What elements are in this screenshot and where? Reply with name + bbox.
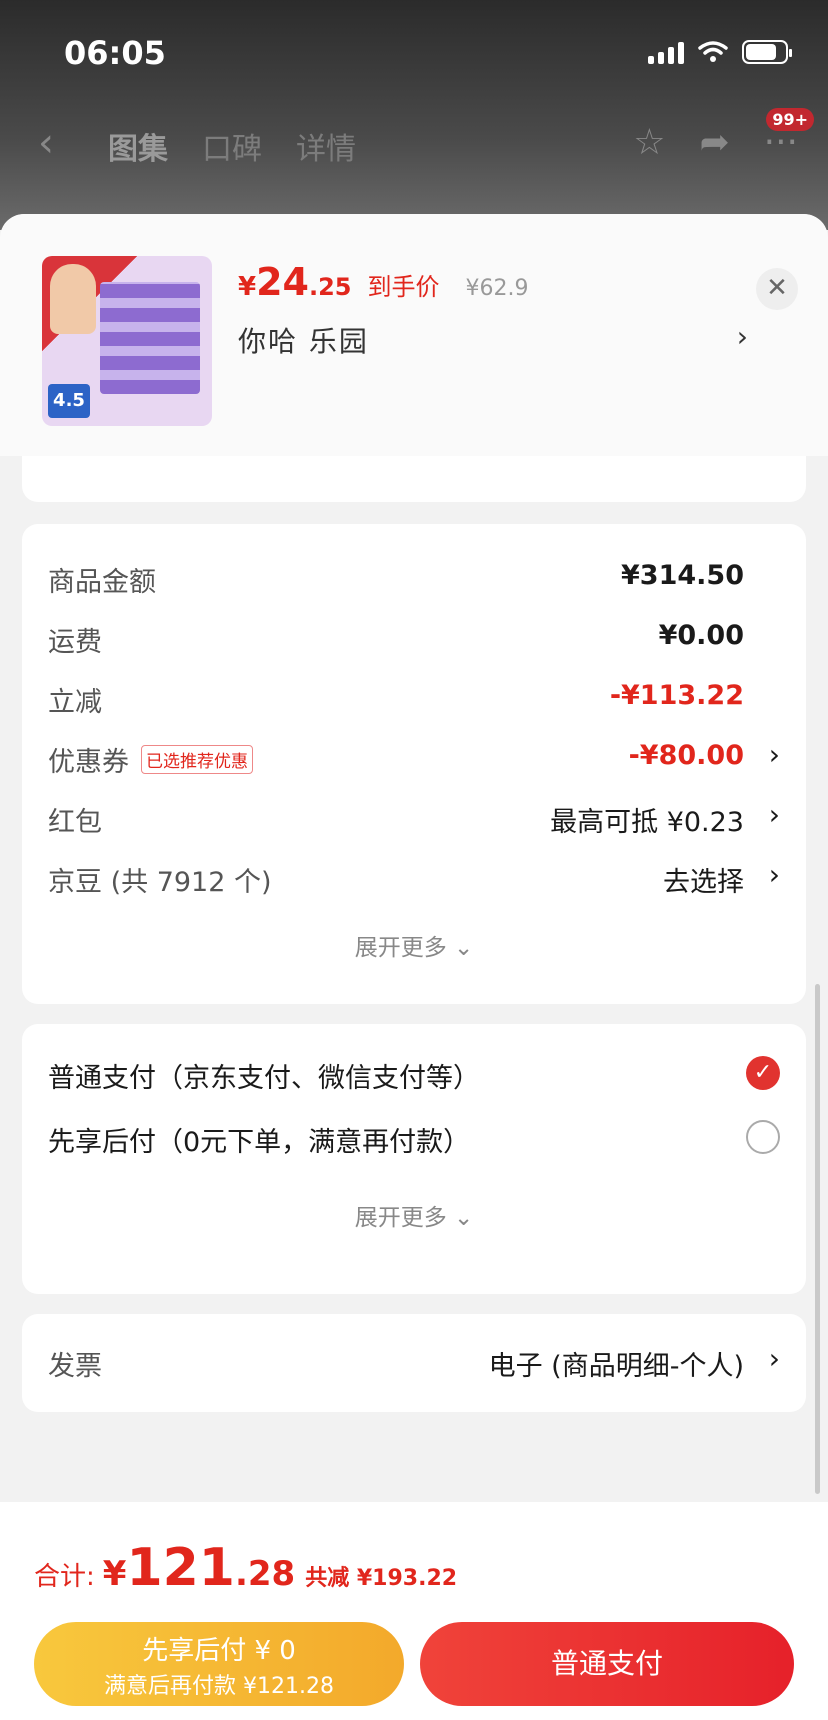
row-value: 去选择 — [663, 867, 744, 898]
row-instant-discount: 立减 -¥113.22 — [48, 672, 780, 722]
scrollbar[interactable] — [815, 984, 820, 1494]
battery-icon — [742, 40, 792, 64]
row-label: 商品金额 — [48, 567, 156, 598]
price-line: ¥ 24 .25 到手价 ¥62.9 — [238, 260, 528, 304]
radio-unselected-icon[interactable] — [746, 1120, 780, 1154]
row-label: 运费 — [48, 627, 102, 658]
invoice-value: 电子 (商品明细-个人) — [488, 1351, 744, 1382]
tab-reviews[interactable]: 口碑 — [202, 124, 262, 168]
pay-option-later[interactable]: 先享后付（0元下单，满意再付款） — [48, 1120, 470, 1159]
expand-more-link[interactable]: 展开更多 ⌄ — [22, 1198, 806, 1232]
signal-icon — [648, 40, 684, 64]
pay-option-normal[interactable]: 普通支付（京东支付、微信支付等） — [48, 1056, 480, 1095]
row-value: -¥113.22 — [609, 680, 744, 711]
chevron-right-icon: › — [768, 1342, 780, 1375]
coupon-tag: 已选推荐优惠 — [141, 745, 253, 774]
tab-gallery[interactable]: 图集 — [108, 124, 168, 168]
close-button[interactable]: ✕ — [756, 268, 798, 310]
thumb-model — [50, 264, 96, 334]
row-value: 最高可抵 ¥0.23 — [550, 807, 744, 838]
invoice-card[interactable]: 发票 电子 (商品明细-个人) › — [22, 1314, 806, 1412]
status-time: 06:05 — [64, 34, 166, 72]
chevron-right-icon: › — [768, 738, 780, 771]
price-integer: 24 — [256, 260, 309, 304]
chevron-right-icon: › — [768, 858, 780, 891]
total-saving: 共减 ¥193.22 — [305, 1566, 458, 1591]
row-shipping: 运费 ¥0.00 — [48, 612, 780, 662]
product-variant[interactable]: 你哈 乐园 — [238, 320, 369, 360]
price-tag: 到手价 — [367, 273, 440, 301]
pay-later-button[interactable]: 先享后付 ¥ 0 满意后再付款 ¥121.28 — [34, 1622, 404, 1706]
thumb-tissue-pack — [100, 282, 200, 394]
price-decimal: .25 — [308, 273, 352, 301]
pay-later-line2: 满意后再付款 ¥121.28 — [104, 1674, 334, 1699]
row-red-packet[interactable]: 红包 最高可抵 ¥0.23 › — [48, 792, 780, 842]
row-label: 红包 — [48, 807, 102, 838]
row-goods-amount: 商品金额 ¥314.50 — [48, 552, 780, 602]
back-icon[interactable]: ‹ — [38, 120, 54, 166]
wifi-icon — [698, 41, 728, 62]
row-value: ¥0.00 — [658, 620, 744, 651]
total-label: 合计: — [34, 1562, 95, 1592]
nav-actions: ☆ ➦ ··· 99+ — [633, 108, 814, 163]
original-price: ¥62.9 — [465, 276, 529, 301]
invoice-label: 发票 — [48, 1351, 102, 1382]
more-icon[interactable]: ··· 99+ — [764, 108, 814, 163]
payment-card: 普通支付（京东支付、微信支付等） ✓ 先享后付（0元下单，满意再付款） 展开更多… — [22, 1024, 806, 1294]
product-thumbnail: 4.5 — [42, 256, 212, 426]
chevron-right-icon: › — [768, 798, 780, 831]
status-bar: 06:05 — [0, 0, 828, 100]
total-currency: ¥ — [102, 1554, 127, 1594]
pay-now-button[interactable]: 普通支付 — [420, 1622, 794, 1706]
total-decimal: .28 — [234, 1554, 296, 1594]
amount-card: 商品金额 ¥314.50 运费 ¥0.00 立减 -¥113.22 优惠券 已选推… — [22, 524, 806, 1004]
price-currency: ¥ — [238, 272, 257, 302]
row-value: -¥80.00 — [628, 740, 744, 771]
row-label: 优惠券 已选推荐优惠 — [48, 740, 253, 779]
address-card-remnant — [22, 456, 806, 502]
order-sheet: 4.5 ¥ 24 .25 到手价 ¥62.9 你哈 乐园 › ✕ 商品金额 ¥3… — [0, 214, 828, 1720]
row-jd-beans[interactable]: 京豆 (共 7912 个) 去选择 › — [48, 852, 780, 902]
pay-later-line1: 先享后付 ¥ 0 — [142, 1636, 296, 1666]
thumb-discount-badge: 4.5 — [48, 384, 90, 418]
tab-details[interactable]: 详情 — [296, 124, 356, 168]
row-label: 立减 — [48, 687, 102, 718]
chevron-right-icon[interactable]: › — [737, 320, 748, 353]
share-icon[interactable]: ➦ — [699, 122, 729, 163]
star-icon[interactable]: ☆ — [633, 122, 665, 163]
row-label: 京豆 (共 7912 个) — [48, 867, 272, 898]
expand-more-link[interactable]: 展开更多 ⌄ — [22, 928, 806, 962]
check-selected-icon[interactable]: ✓ — [746, 1056, 780, 1090]
nav-tabs: 图集 口碑 详情 — [108, 124, 356, 168]
checkout-bar: 合计: ¥ 121 .28 共减 ¥193.22 先享后付 ¥ 0 满意后再付款… — [0, 1502, 828, 1720]
notification-badge: 99+ — [766, 108, 814, 131]
row-coupon[interactable]: 优惠券 已选推荐优惠 -¥80.00 › — [48, 732, 780, 782]
total-line: 合计: ¥ 121 .28 共减 ¥193.22 — [34, 1538, 457, 1598]
row-value: ¥314.50 — [621, 560, 744, 591]
product-header: 4.5 ¥ 24 .25 到手价 ¥62.9 你哈 乐园 › ✕ — [0, 214, 828, 456]
nav-bar: ‹ 图集 口碑 详情 ☆ ➦ ··· 99+ — [0, 108, 828, 180]
total-integer: 121 — [126, 1538, 235, 1598]
status-icons — [648, 40, 792, 64]
